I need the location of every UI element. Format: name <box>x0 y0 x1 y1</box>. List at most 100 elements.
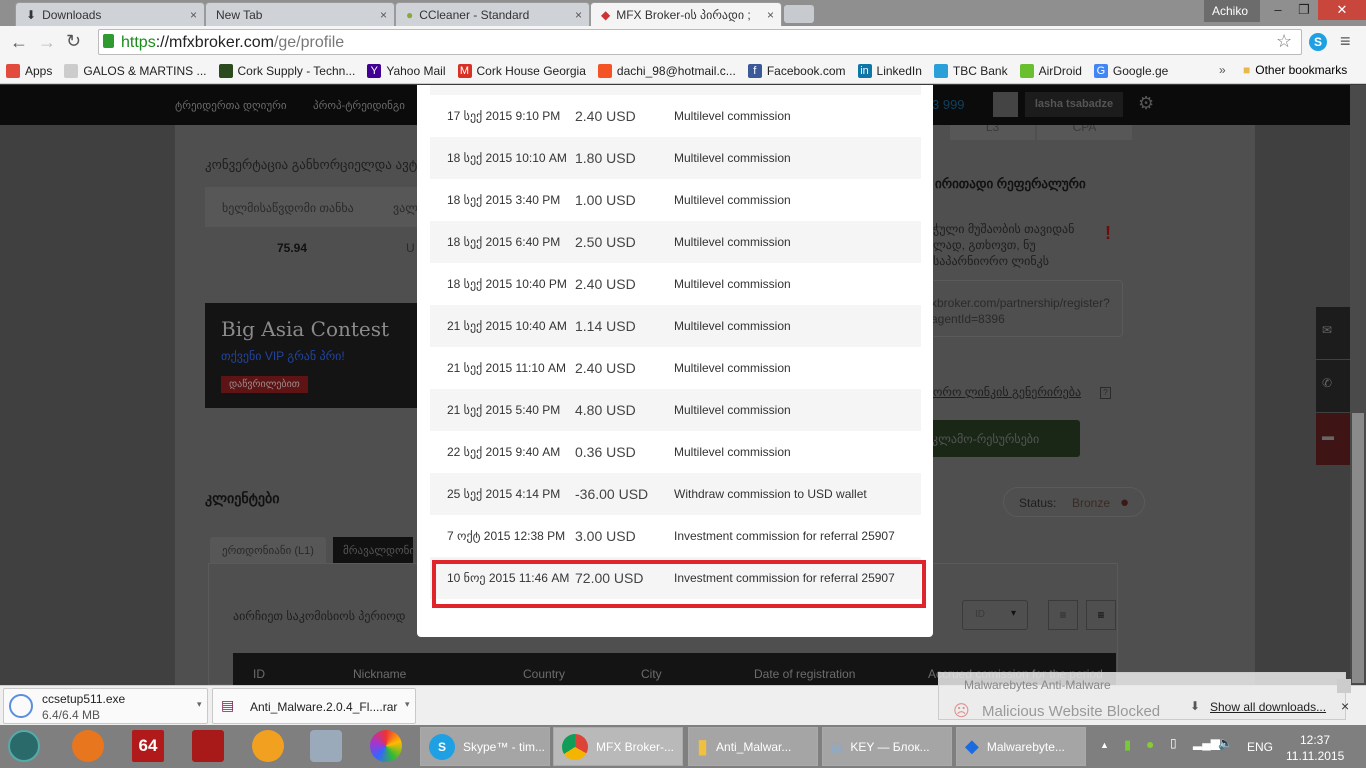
bookmark-item[interactable]: Y Yahoo Mail <box>367 63 446 78</box>
bookmark-item[interactable]: f Facebook.com <box>747 63 846 78</box>
back-button[interactable]: ← <box>10 32 28 53</box>
address-bar[interactable]: https://mfxbroker.com/ge/profile <box>98 29 1302 55</box>
gear-icon[interactable]: ⚙ <box>1138 93 1154 114</box>
bookmark-icon <box>64 63 79 78</box>
taskbar-chrome[interactable]: MFX Broker-... <box>553 727 683 766</box>
nav-traders-diary[interactable]: ტრეიდერთა დღიური <box>175 99 287 112</box>
tab-multi-level[interactable]: მრავალდონი <box>333 537 413 564</box>
bookmarks-overflow-button[interactable]: » <box>1219 63 1226 77</box>
commission-row: 21 სექ 2015 10:40 AM 1.14 USD Multilevel c… <box>430 305 921 347</box>
download-arrow-icon: ⬇ <box>1190 699 1201 713</box>
bronze-medal-icon: ● <box>1120 494 1130 511</box>
row-date: 18 სექ 2015 10:40 PM <box>447 277 567 291</box>
chevron-down-icon: ▾ <box>1011 608 1017 619</box>
close-tab-icon[interactable]: × <box>380 8 387 22</box>
taskbar-malwarebytes[interactable]: ◆ Malwarebyte... <box>956 727 1086 766</box>
firefox-icon[interactable] <box>72 730 104 762</box>
show-all-downloads-link[interactable]: Show all downloads... <box>1210 700 1326 714</box>
skype-extension-icon[interactable]: S <box>1309 33 1327 51</box>
bookmark-item[interactable]: GALOS & MARTINS ... <box>64 63 207 78</box>
clock-time[interactable]: 12:37 <box>1300 733 1330 747</box>
reload-button[interactable]: ↻ <box>66 31 81 52</box>
row-date: 21 სექ 2015 5:40 PM <box>447 403 561 417</box>
close-tab-icon[interactable]: × <box>575 8 582 22</box>
bookmark-icon <box>597 63 612 78</box>
bookmark-item[interactable]: dachi_98@hotmail.c... <box>597 63 736 78</box>
download-item[interactable]: ▤ Anti_Malware.2.0.4_Fl....rar ▾ <box>212 688 416 724</box>
email-icon[interactable]: ✉ <box>1316 307 1350 359</box>
banner-details-button[interactable]: დაწვრილებით <box>221 376 308 393</box>
generate-link[interactable]: ორო ლინკის გენერირება <box>933 385 1081 399</box>
battery-icon[interactable]: ▯ <box>1170 736 1177 750</box>
close-tab-icon[interactable]: × <box>190 8 197 22</box>
chevron-down-icon[interactable]: ▾ <box>405 699 410 710</box>
close-window-button[interactable]: ✕ <box>1318 0 1366 20</box>
row-amount: 1.80 USD <box>575 150 636 166</box>
bookmark-item[interactable]: in LinkedIn <box>857 63 922 78</box>
usb-icon[interactable]: ▮ <box>1124 737 1131 753</box>
reader-icon[interactable] <box>192 730 224 762</box>
bookmark-item[interactable]: Cork Supply - Techn... <box>218 63 355 78</box>
bookmark-star-icon[interactable]: ☆ <box>1276 31 1292 52</box>
nav-prop-trading[interactable]: პროპ-ტრეიდინგი <box>313 99 405 112</box>
chevron-down-icon[interactable]: ▾ <box>197 699 202 710</box>
bookmark-item[interactable]: Apps <box>6 63 52 78</box>
itunes-icon[interactable] <box>310 730 342 762</box>
volume-icon[interactable]: 🔈 <box>1218 736 1233 750</box>
tab-single-level[interactable]: ერთდონიანი (L1) <box>210 537 326 564</box>
security-icon[interactable]: ● <box>1146 736 1154 752</box>
bookmark-item[interactable]: AirDroid <box>1019 63 1082 78</box>
close-shelf-icon[interactable]: × <box>1341 698 1349 714</box>
commission-row: 21 სექ 2015 11:10 AM 2.40 USD Multilevel c… <box>430 347 921 389</box>
sort-desc-icon[interactable]: ≡ <box>1048 600 1078 630</box>
sort-asc-icon[interactable]: ≡ <box>1086 600 1116 630</box>
referral-link-field[interactable]: xbroker.com/partnership/register? agentId… <box>920 280 1123 337</box>
tab-downloads[interactable]: ⬇ Downloads × <box>15 2 205 26</box>
scrollbar-thumb[interactable] <box>1352 413 1364 683</box>
close-tab-icon[interactable]: × <box>767 8 774 22</box>
taskbar-notepad[interactable]: ▤ KEY — Блок... <box>822 727 952 766</box>
picasa-icon[interactable] <box>370 730 402 762</box>
phone-icon[interactable]: ✆ <box>1316 360 1350 412</box>
row-date: 21 სექ 2015 11:10 AM <box>447 361 567 375</box>
avatar[interactable] <box>993 92 1018 117</box>
show-hidden-icons[interactable]: ▲ <box>1100 740 1109 750</box>
other-bookmarks[interactable]: ■ Other bookmarks <box>1243 63 1347 77</box>
contest-banner[interactable]: Big Asia Contest თქვენი VIP გრან პრი! და… <box>205 303 420 408</box>
bookmark-item[interactable]: G Google.ge <box>1093 63 1168 78</box>
profile-button[interactable]: Achiko <box>1204 0 1260 22</box>
bookmark-item[interactable]: M Cork House Georgia <box>457 63 586 78</box>
tab-mfx-broker[interactable]: ◆ MFX Broker-ის პირადი ; × <box>590 2 782 26</box>
sort-select[interactable]: ID ▾ <box>962 600 1028 630</box>
taskbar-skype[interactable]: S Skype™ - tim... <box>420 727 550 766</box>
tab-new-tab[interactable]: New Tab × <box>205 2 395 26</box>
download-item[interactable]: ccsetup511.exe 6.4/6.4 MB ▾ <box>3 688 208 724</box>
sad-face-icon: ☹ <box>953 703 970 720</box>
signal-icon[interactable]: ▂▄▆ <box>1193 736 1220 750</box>
tab-ccleaner[interactable]: ● CCleaner - Standard × <box>395 2 590 26</box>
bookmark-item[interactable]: TBC Bank <box>933 63 1008 78</box>
forward-button[interactable]: → <box>38 32 56 53</box>
bookmark-icon: G <box>1093 63 1108 78</box>
user-menu[interactable]: lasha tsabadze <box>1025 92 1123 117</box>
clock-date[interactable]: 11.11.2015 <box>1286 749 1344 763</box>
menu-icon[interactable]: ≡ <box>1340 31 1351 52</box>
chat-icon[interactable]: ▬ <box>1316 413 1350 465</box>
row-amount: 4.80 USD <box>575 402 636 418</box>
commission-row: 18 სექ 2015 3:40 PM 1.00 USD Multilevel co… <box>430 179 921 221</box>
start-button[interactable] <box>8 730 40 762</box>
language-indicator[interactable]: ENG <box>1247 740 1273 754</box>
taskbar-explorer[interactable]: ▮ Anti_Malwar... <box>688 727 818 766</box>
maximize-button[interactable]: ❐ <box>1288 0 1320 20</box>
gom-player-icon[interactable] <box>252 730 284 762</box>
help-icon[interactable]: ? <box>1100 387 1111 399</box>
bookmarks-bar: Apps GALOS & MARTINS ... Cork Supply - Tec… <box>0 58 1366 84</box>
ad-resources-button[interactable]: კლამო-რესურსები <box>920 420 1080 457</box>
chrome-icon <box>562 733 588 760</box>
new-tab-button[interactable] <box>784 5 814 23</box>
file-icon <box>9 694 33 718</box>
row-date: 22 სექ 2015 9:40 AM <box>447 445 561 459</box>
bookmark-icon: in <box>857 63 872 78</box>
row-type: Withdraw commission to USD wallet <box>674 487 867 501</box>
aida64-icon[interactable]: 64 <box>132 730 164 762</box>
